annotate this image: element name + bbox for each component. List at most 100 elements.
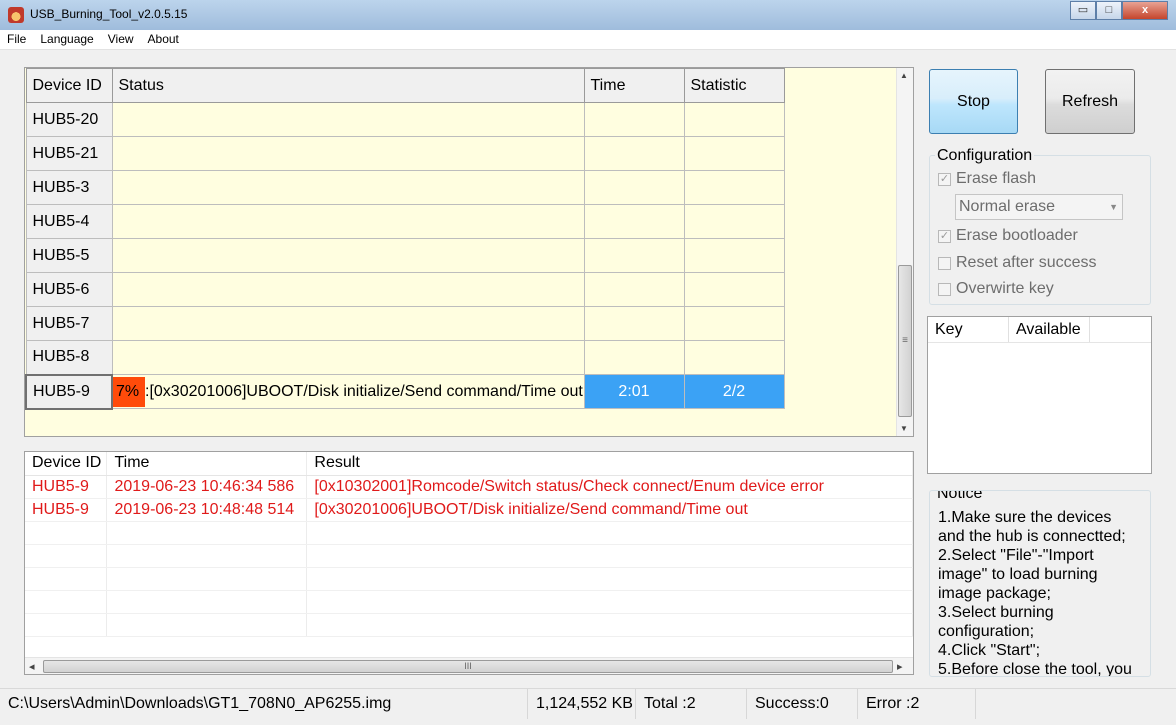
title-bar: USB_Burning_Tool_v2.0.5.15 ▭ □ x <box>0 0 1176 30</box>
log-device-id: HUB5-9 <box>25 498 108 522</box>
scroll-thumb[interactable]: III <box>43 660 893 673</box>
total-count: Total :2 <box>636 689 747 719</box>
device-grid-vertical-scrollbar[interactable]: ▲ ≡ ▼ <box>896 68 913 436</box>
scroll-right-arrow-icon[interactable]: ▸ <box>897 660 903 673</box>
menu-view[interactable]: View <box>101 30 141 49</box>
key-table[interactable]: Key Available <box>927 316 1152 474</box>
device-id-cell: HUB5-6 <box>25 272 113 307</box>
log-row-empty <box>25 613 913 637</box>
scroll-thumb[interactable]: ≡ <box>898 265 912 417</box>
reset-after-success-checkbox[interactable]: Reset after success <box>938 254 1097 272</box>
status-cell <box>111 136 585 171</box>
maximize-button[interactable]: □ <box>1096 1 1122 20</box>
column-header-key[interactable]: Key <box>928 317 1009 342</box>
minimize-button[interactable]: ▭ <box>1070 1 1096 20</box>
column-header-available[interactable]: Available <box>1009 317 1090 342</box>
device-id-cell: HUB5-3 <box>25 170 113 205</box>
menu-file[interactable]: File <box>0 30 33 49</box>
scroll-down-arrow-icon[interactable]: ▼ <box>900 424 908 433</box>
time-cell <box>583 306 685 341</box>
log-row-empty <box>25 567 913 591</box>
log-time: 2019-06-23 10:46:34 586 <box>106 475 308 499</box>
scroll-left-arrow-icon[interactable]: ◂ <box>29 660 35 673</box>
status-cell <box>111 306 585 341</box>
configuration-group: Configuration ✓ Erase flash Normal erase… <box>929 147 1151 305</box>
log-row-empty <box>25 590 913 614</box>
device-grid-table: Device ID Status Time Statistic HUB5-20 … <box>25 68 785 410</box>
menu-language[interactable]: Language <box>33 30 100 49</box>
status-cell <box>111 238 585 273</box>
image-path: C:\Users\Admin\Downloads\GT1_708N0_AP625… <box>0 689 528 719</box>
status-message: :[0x30201006]UBOOT/Disk initialize/Send … <box>145 382 583 400</box>
notice-group: Notice 1.Make sure the devices and the h… <box>929 490 1151 677</box>
column-header-result[interactable]: Result <box>306 452 913 476</box>
notice-text: 1.Make sure the devices and the hub is c… <box>938 508 1138 677</box>
refresh-button[interactable]: Refresh <box>1045 69 1135 134</box>
statistic-cell <box>683 340 785 375</box>
device-id-cell: HUB5-9 <box>25 373 113 410</box>
column-header-device-id[interactable]: Device ID <box>25 68 113 103</box>
log-row[interactable]: HUB5-9 2019-06-23 10:48:48 514 [0x302010… <box>25 498 913 522</box>
device-row[interactable]: HUB5-20 <box>25 102 785 137</box>
device-id-cell: HUB5-5 <box>25 238 113 273</box>
window-title: USB_Burning_Tool_v2.0.5.15 <box>30 7 188 21</box>
column-header-statistic[interactable]: Statistic <box>683 68 785 103</box>
image-size: 1,124,552 KB <box>528 689 636 719</box>
erase-mode-value: Normal erase <box>959 198 1056 215</box>
reset-after-success-label: Reset after success <box>956 254 1097 271</box>
checkbox-checked-icon: ✓ <box>938 172 951 186</box>
checkbox-unchecked-icon <box>938 282 951 296</box>
close-button[interactable]: x <box>1122 1 1168 20</box>
column-header-time[interactable]: Time <box>583 68 685 103</box>
statistic-cell <box>683 272 785 307</box>
statistic-cell <box>683 102 785 137</box>
device-row[interactable]: HUB5-3 <box>25 170 785 205</box>
log-device-id: HUB5-9 <box>25 475 108 499</box>
checkbox-unchecked-icon <box>938 256 951 270</box>
device-row[interactable]: HUB5-8 <box>25 340 785 375</box>
status-cell <box>111 204 585 239</box>
time-cell <box>583 170 685 205</box>
log-list[interactable]: Device ID Time Result HUB5-9 2019-06-23 … <box>24 451 914 675</box>
error-count: Error :2 <box>858 689 976 719</box>
status-cell <box>111 272 585 307</box>
device-row[interactable]: HUB5-6 <box>25 272 785 307</box>
erase-mode-dropdown[interactable]: Normal erase ▼ <box>955 194 1123 220</box>
erase-flash-checkbox[interactable]: ✓ Erase flash <box>938 170 1036 188</box>
column-header-device-id[interactable]: Device ID <box>25 452 108 476</box>
menu-about[interactable]: About <box>141 30 186 49</box>
scroll-up-arrow-icon[interactable]: ▲ <box>900 71 908 80</box>
statistic-cell <box>683 136 785 171</box>
device-row[interactable]: HUB5-7 <box>25 306 785 341</box>
log-result: [0x10302001]Romcode/Switch status/Check … <box>306 475 913 499</box>
key-table-header: Key Available <box>928 317 1151 343</box>
status-cell <box>111 170 585 205</box>
window-controls: ▭ □ x <box>1070 1 1168 20</box>
notice-line: 2.Select "File"-"Import image" to load b… <box>938 547 1098 602</box>
device-id-cell: HUB5-4 <box>25 204 113 239</box>
device-grid[interactable]: Device ID Status Time Statistic HUB5-20 … <box>24 67 914 437</box>
device-row[interactable]: HUB5-5 <box>25 238 785 273</box>
status-cell <box>111 340 585 375</box>
column-header-status[interactable]: Status <box>111 68 585 103</box>
notice-line: 1.Make sure the devices and the hub is c… <box>938 509 1126 545</box>
time-cell <box>583 272 685 307</box>
success-count: Success:0 <box>747 689 858 719</box>
time-cell <box>583 238 685 273</box>
log-time: 2019-06-23 10:48:48 514 <box>106 498 308 522</box>
device-id-cell: HUB5-8 <box>25 340 113 375</box>
progress-indicator: 7% <box>113 376 145 407</box>
erase-bootloader-checkbox[interactable]: ✓ Erase bootloader <box>938 227 1078 245</box>
log-row-empty <box>25 521 913 545</box>
log-row[interactable]: HUB5-9 2019-06-23 10:46:34 586 [0x103020… <box>25 475 913 499</box>
device-row[interactable]: HUB5-4 <box>25 204 785 239</box>
notice-line: 3.Select burning configuration; <box>938 604 1054 640</box>
log-horizontal-scrollbar[interactable]: ◂ III ▸ <box>25 657 913 674</box>
notice-line: 5.Before close the tool, you <box>938 661 1132 677</box>
column-header-time[interactable]: Time <box>106 452 308 476</box>
device-row[interactable]: HUB5-21 <box>25 136 785 171</box>
overwrite-key-checkbox[interactable]: Overwirte key <box>938 280 1054 298</box>
device-row-selected[interactable]: HUB5-9 7%:[0x30201006]UBOOT/Disk initial… <box>25 373 785 410</box>
app-icon <box>8 7 24 23</box>
stop-button[interactable]: Stop <box>929 69 1018 134</box>
